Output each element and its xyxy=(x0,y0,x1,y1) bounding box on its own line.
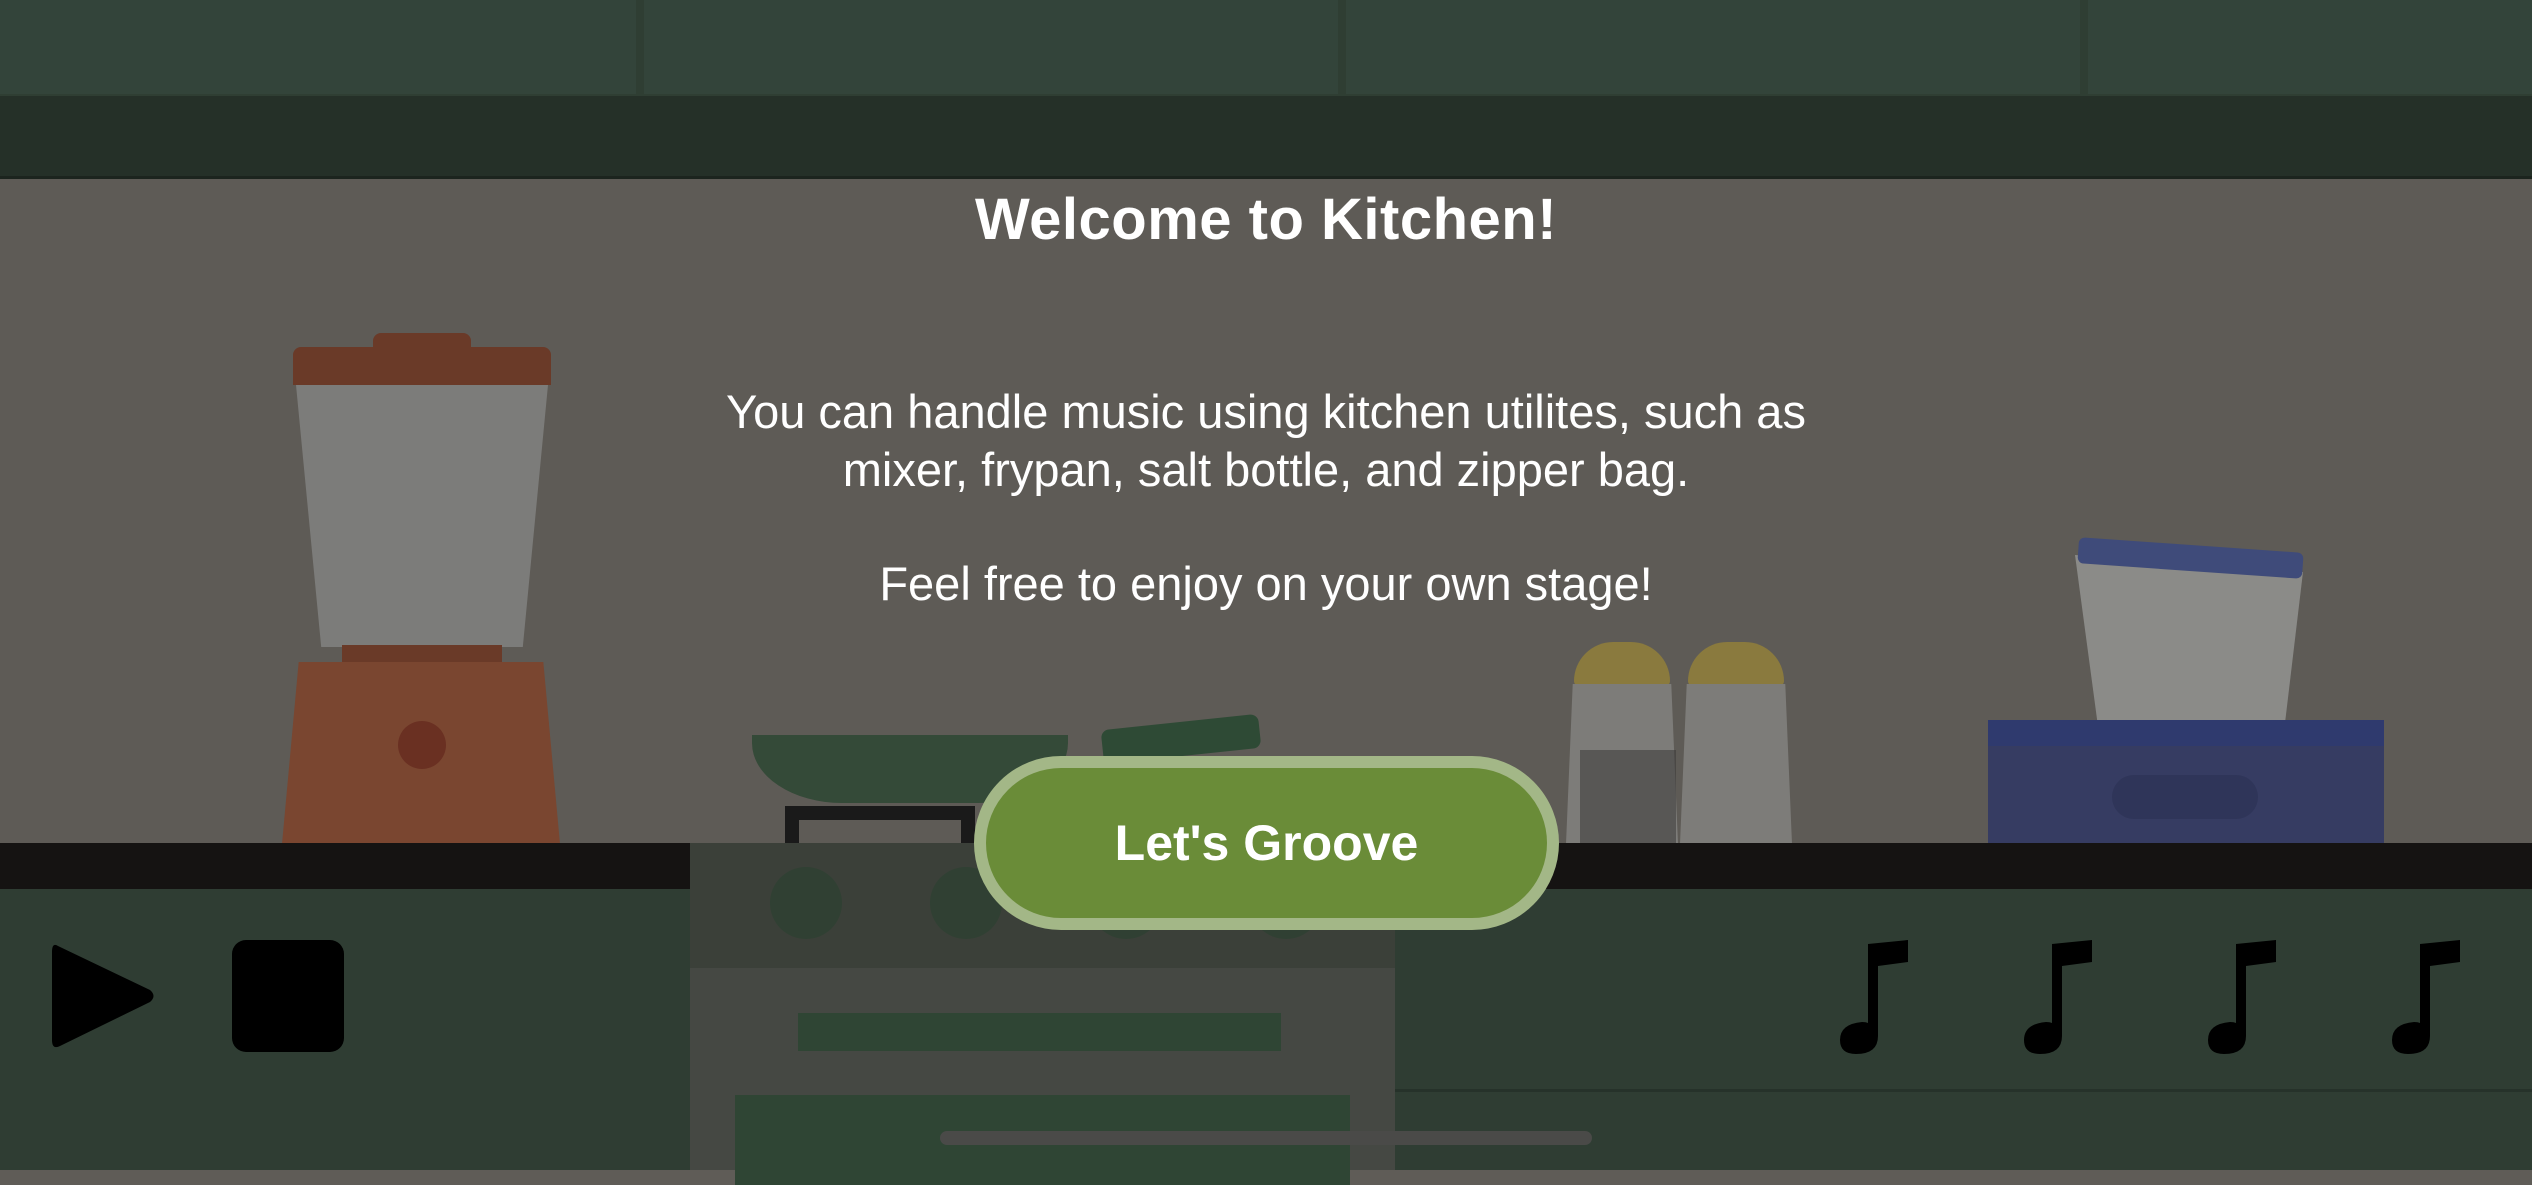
music-note-icon xyxy=(2024,940,2092,1054)
welcome-title: Welcome to Kitchen! xyxy=(974,187,1558,252)
music-note-icon xyxy=(1840,940,1908,1054)
play-button[interactable] xyxy=(52,940,157,1052)
music-note-button-1[interactable] xyxy=(1838,940,1910,1056)
home-indicator[interactable] xyxy=(940,1131,1592,1145)
play-icon xyxy=(52,944,154,1048)
stop-button[interactable] xyxy=(232,940,344,1052)
music-note-button-3[interactable] xyxy=(2206,940,2278,1056)
welcome-description: You can handle music using kitchen utili… xyxy=(726,385,1806,496)
music-note-button-2[interactable] xyxy=(2022,940,2094,1056)
music-note-icon xyxy=(2208,940,2276,1054)
welcome-subtitle: Feel free to enjoy on your own stage! xyxy=(879,557,1653,610)
lets-groove-button[interactable]: Let's Groove xyxy=(974,756,1559,930)
music-note-button-4[interactable] xyxy=(2390,940,2462,1056)
music-note-icon xyxy=(2392,940,2460,1054)
